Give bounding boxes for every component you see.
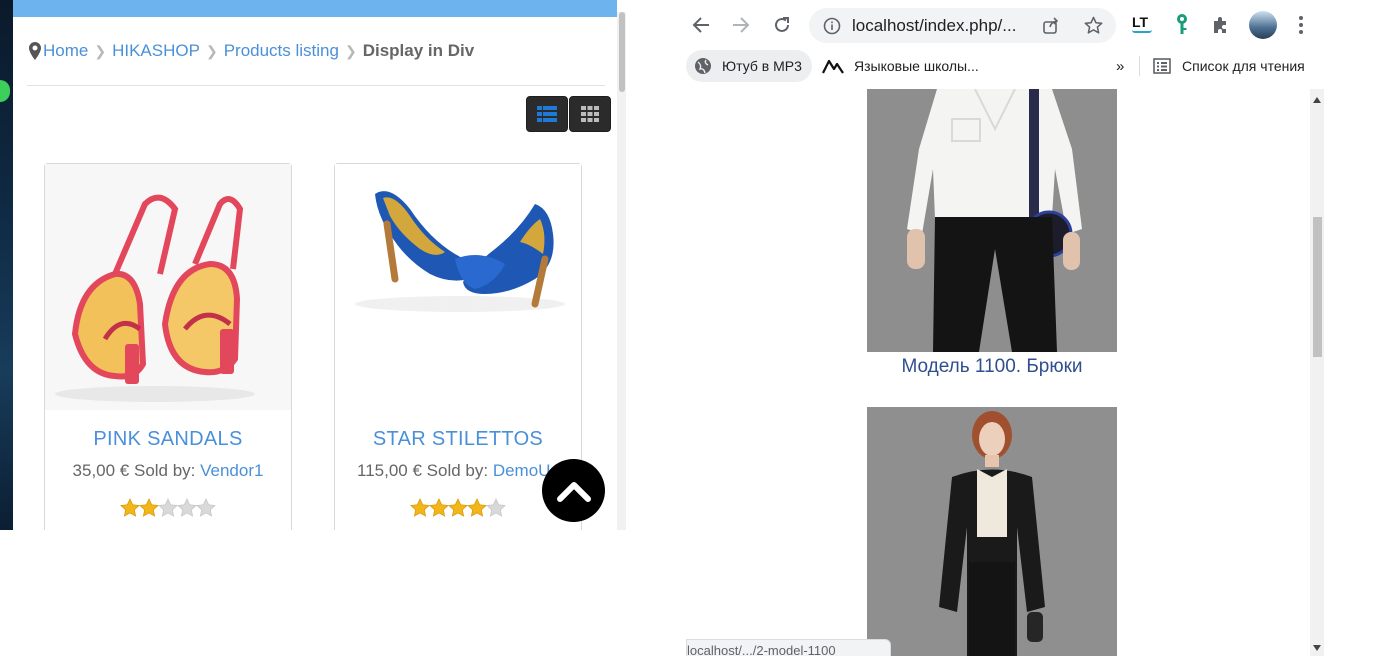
product-name[interactable]: STAR STILETTOS xyxy=(335,428,581,451)
breadcrumb-current: Display in Div xyxy=(362,41,475,60)
shop-window: Home ❯ HIKASHOP ❯ Products listing ❯ Dis… xyxy=(13,0,626,530)
reload-icon xyxy=(775,17,789,32)
product-caption-link[interactable]: Модель 1100. Брюки xyxy=(686,356,1298,378)
bookmark-item[interactable]: Языковые школы... xyxy=(822,50,979,82)
list-view-icon xyxy=(537,106,557,122)
chevron-right-icon: ❯ xyxy=(344,42,357,59)
breadcrumb: Home ❯ HIKASHOP ❯ Products listing ❯ Dis… xyxy=(29,38,474,64)
scroll-to-top-button[interactable] xyxy=(542,459,605,522)
view-mode-switcher xyxy=(526,96,612,132)
vendor-link[interactable]: Vendor1 xyxy=(200,461,263,480)
shop-top-bar xyxy=(13,0,617,17)
key-extension-icon[interactable] xyxy=(1175,13,1189,35)
reload-button[interactable] xyxy=(767,10,797,40)
breadcrumb-hikashop[interactable]: HIKASHOP xyxy=(112,41,200,61)
screen: Home ❯ HIKASHOP ❯ Products listing ❯ Dis… xyxy=(0,0,1376,656)
star-filled-icon[interactable] xyxy=(467,498,487,518)
star-empty-icon[interactable] xyxy=(196,498,216,518)
desktop-app-icon[interactable] xyxy=(0,80,10,102)
star-filled-icon[interactable] xyxy=(120,498,140,518)
chart-line-icon xyxy=(822,59,844,74)
browser-toolbar: localhost/index.php/... LT xyxy=(686,0,1324,50)
product-card[interactable]: PINK SANDALS 35,00 € Sold by: Vendor1 xyxy=(44,163,292,530)
product-photo[interactable] xyxy=(867,89,1117,352)
back-button[interactable] xyxy=(686,10,716,40)
map-marker-icon xyxy=(29,42,41,60)
star-empty-icon[interactable] xyxy=(486,498,506,518)
info-icon[interactable] xyxy=(823,17,841,35)
scrollbar-thumb[interactable] xyxy=(1313,217,1322,357)
bookmark-item[interactable]: Ютуб в MP3 xyxy=(686,50,812,82)
divider xyxy=(27,85,605,86)
star-empty-icon[interactable] xyxy=(158,498,178,518)
product-name[interactable]: PINK SANDALS xyxy=(45,428,291,451)
chevron-right-icon: ❯ xyxy=(94,42,107,59)
breadcrumb-home[interactable]: Home xyxy=(43,41,88,61)
star-empty-icon[interactable] xyxy=(177,498,197,518)
avatar[interactable] xyxy=(1249,11,1277,39)
star-filled-icon[interactable] xyxy=(410,498,430,518)
share-icon[interactable] xyxy=(1042,17,1060,35)
scroll-up-arrow-icon[interactable] xyxy=(1313,97,1321,103)
star-filled-icon[interactable] xyxy=(139,498,159,518)
star-filled-icon[interactable] xyxy=(429,498,449,518)
grid-view-icon xyxy=(581,106,599,122)
separator xyxy=(1139,56,1140,76)
status-bar-url: localhost/.../2-model-1100 xyxy=(686,639,891,656)
scroll-down-arrow-icon[interactable] xyxy=(1313,645,1321,651)
bookmarks-bar: Ютуб в MP3 Языковые школы... » Список дл… xyxy=(686,48,1324,84)
arrow-right-icon xyxy=(733,17,750,33)
shop-scrollbar[interactable] xyxy=(617,12,626,530)
desktop-background xyxy=(0,0,14,530)
star-filled-icon[interactable] xyxy=(448,498,468,518)
reading-list-icon xyxy=(1153,58,1171,74)
url-text[interactable]: localhost/index.php/... xyxy=(852,16,1016,36)
rating-stars[interactable] xyxy=(45,498,291,518)
arrow-left-icon xyxy=(692,17,709,33)
page-content: Модель 1100. Брюки xyxy=(686,89,1310,656)
browser-window: localhost/index.php/... LT Ютуб в MP3 Яз… xyxy=(686,0,1324,656)
product-image-pink-sandals[interactable] xyxy=(45,164,291,410)
chevron-right-icon: ❯ xyxy=(205,42,218,59)
forward-button[interactable] xyxy=(726,10,756,40)
kebab-menu-icon[interactable] xyxy=(1298,15,1304,35)
translate-extension-icon[interactable]: LT xyxy=(1132,14,1152,33)
list-view-button[interactable] xyxy=(526,96,568,132)
bookmarks-overflow-button[interactable]: » xyxy=(1116,50,1124,82)
product-image-star-stilettos[interactable] xyxy=(335,164,581,410)
chevron-up-icon xyxy=(556,481,591,502)
product-photo[interactable] xyxy=(867,407,1117,656)
address-bar[interactable]: localhost/index.php/... xyxy=(809,8,1116,43)
puzzle-extensions-icon[interactable] xyxy=(1211,15,1231,35)
grid-view-button[interactable] xyxy=(569,96,611,132)
reading-list-button[interactable]: Список для чтения xyxy=(1153,50,1305,82)
globe-icon xyxy=(695,58,711,74)
page-scrollbar[interactable] xyxy=(1310,89,1324,656)
product-price: 35,00 € Sold by: Vendor1 xyxy=(72,461,264,480)
star-bookmark-icon[interactable] xyxy=(1084,16,1103,35)
breadcrumb-products-listing[interactable]: Products listing xyxy=(224,41,339,61)
